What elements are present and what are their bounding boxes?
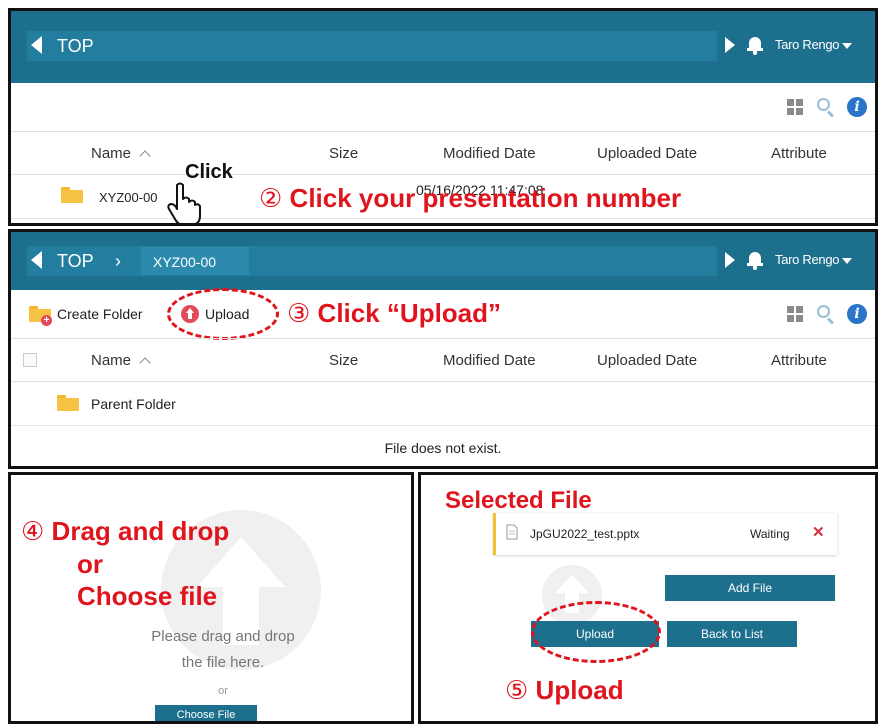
column-attribute[interactable]: Attribute [771, 351, 827, 371]
step-line-2: or [77, 549, 103, 579]
table-header: Name Size Modified Date Uploaded Date At… [11, 338, 875, 382]
step-number: ② [259, 184, 283, 214]
info-icon[interactable]: i [847, 304, 867, 324]
column-uploaded-date[interactable]: Uploaded Date [597, 351, 697, 371]
add-file-button[interactable]: Add File [665, 575, 835, 601]
breadcrumb-bar [27, 246, 717, 276]
user-menu[interactable]: Taro Rengo [775, 250, 853, 270]
parent-folder-label[interactable]: Parent Folder [91, 394, 176, 414]
panel-upload-queue: Selected File JpGU2022_test.pptx Waiting… [418, 472, 878, 724]
user-name: Taro Rengo [775, 252, 840, 267]
empty-row: File does not exist. [11, 426, 875, 466]
user-menu[interactable]: Taro Rengo [775, 35, 853, 55]
sort-asc-icon [139, 150, 151, 162]
breadcrumb-separator: › [115, 251, 121, 271]
bell-icon[interactable] [747, 250, 763, 270]
caret-down-icon [842, 257, 853, 264]
back-arrow-icon[interactable] [31, 251, 42, 269]
breadcrumb-current[interactable]: XYZ00-00 [153, 249, 216, 275]
step-4-instruction: ④ Drag and drop or Choose file [21, 515, 229, 612]
panel-drop-zone: ④ Drag and drop or Choose file Please dr… [8, 472, 414, 724]
forward-arrow-icon[interactable] [725, 252, 735, 268]
step-text: Click “Upload” [317, 298, 502, 328]
step-number: ③ [287, 299, 311, 329]
breadcrumb-top[interactable]: TOP [57, 248, 94, 274]
column-name[interactable]: Name [91, 351, 151, 371]
step-3-instruction: ③ Click “Upload” [287, 298, 501, 329]
create-folder-button[interactable]: Create Folder [57, 304, 143, 324]
step-number: ⑤ [505, 676, 529, 706]
file-list-item: JpGU2022_test.pptx Waiting ✕ [493, 513, 837, 555]
back-arrow-icon[interactable] [31, 36, 42, 54]
remove-file-icon[interactable]: ✕ [812, 523, 825, 543]
empty-message: File does not exist. [384, 440, 502, 456]
column-size[interactable]: Size [329, 144, 358, 164]
panel-folder-view: TOP › XYZ00-00 Taro Rengo + Create Folde… [8, 229, 878, 469]
select-all-checkbox[interactable] [23, 353, 37, 367]
sort-asc-icon [139, 357, 151, 369]
parent-folder-row[interactable]: Parent Folder [11, 382, 875, 426]
column-uploaded-date[interactable]: Uploaded Date [597, 144, 697, 164]
file-status: Waiting [750, 527, 790, 541]
highlight-upload-ellipse [531, 601, 661, 663]
back-to-list-button[interactable]: Back to List [667, 621, 797, 647]
selected-file-label: Selected File [445, 487, 592, 514]
app-header: TOP › XYZ00-00 Taro Rengo [11, 232, 875, 290]
step-5-instruction: ⑤ Upload [505, 675, 624, 706]
column-modified-date[interactable]: Modified Date [443, 144, 536, 164]
bell-icon[interactable] [747, 35, 763, 55]
step-text: Click your presentation number [289, 183, 682, 213]
file-icon [506, 524, 518, 540]
step-line-1: Drag and drop [51, 516, 230, 546]
user-name: Taro Rengo [775, 37, 840, 52]
choose-file-button[interactable]: Choose File [155, 705, 257, 721]
step-2-instruction: ② Click your presentation number [259, 183, 681, 214]
highlight-upload-ellipse [167, 288, 279, 340]
panel-file-list-top: TOP Taro Rengo i Name Size Modified Date… [8, 8, 878, 226]
forward-arrow-icon[interactable] [725, 37, 735, 53]
grid-view-icon[interactable] [787, 99, 803, 115]
drop-text-line-1: Please drag and drop [151, 628, 295, 645]
table-header: Name Size Modified Date Uploaded Date At… [11, 131, 875, 175]
info-icon[interactable]: i [847, 97, 867, 117]
caret-down-icon [842, 42, 853, 49]
file-name: JpGU2022_test.pptx [530, 527, 640, 541]
row-name[interactable]: XYZ00-00 [99, 188, 158, 208]
create-folder-icon[interactable]: + [29, 306, 53, 326]
drop-text-line-2: the file here. [181, 654, 265, 671]
toolbar: i [11, 83, 875, 131]
search-icon[interactable] [815, 304, 835, 325]
shared-folder-icon [61, 187, 83, 203]
app-header: TOP Taro Rengo [11, 11, 875, 83]
or-text: or [218, 685, 228, 697]
step-text: Upload [535, 675, 624, 705]
column-name[interactable]: Name [91, 144, 151, 164]
search-icon[interactable] [815, 97, 835, 118]
grid-view-icon[interactable] [787, 306, 803, 322]
step-line-3: Choose file [77, 581, 218, 611]
folder-icon [57, 395, 79, 411]
column-modified-date[interactable]: Modified Date [443, 351, 536, 371]
breadcrumb-top[interactable]: TOP [57, 33, 94, 59]
step-number: ④ [21, 517, 45, 547]
breadcrumb-bar [27, 31, 717, 61]
hand-pointer-icon [167, 182, 201, 223]
column-attribute[interactable]: Attribute [771, 144, 827, 164]
column-size[interactable]: Size [329, 351, 358, 371]
